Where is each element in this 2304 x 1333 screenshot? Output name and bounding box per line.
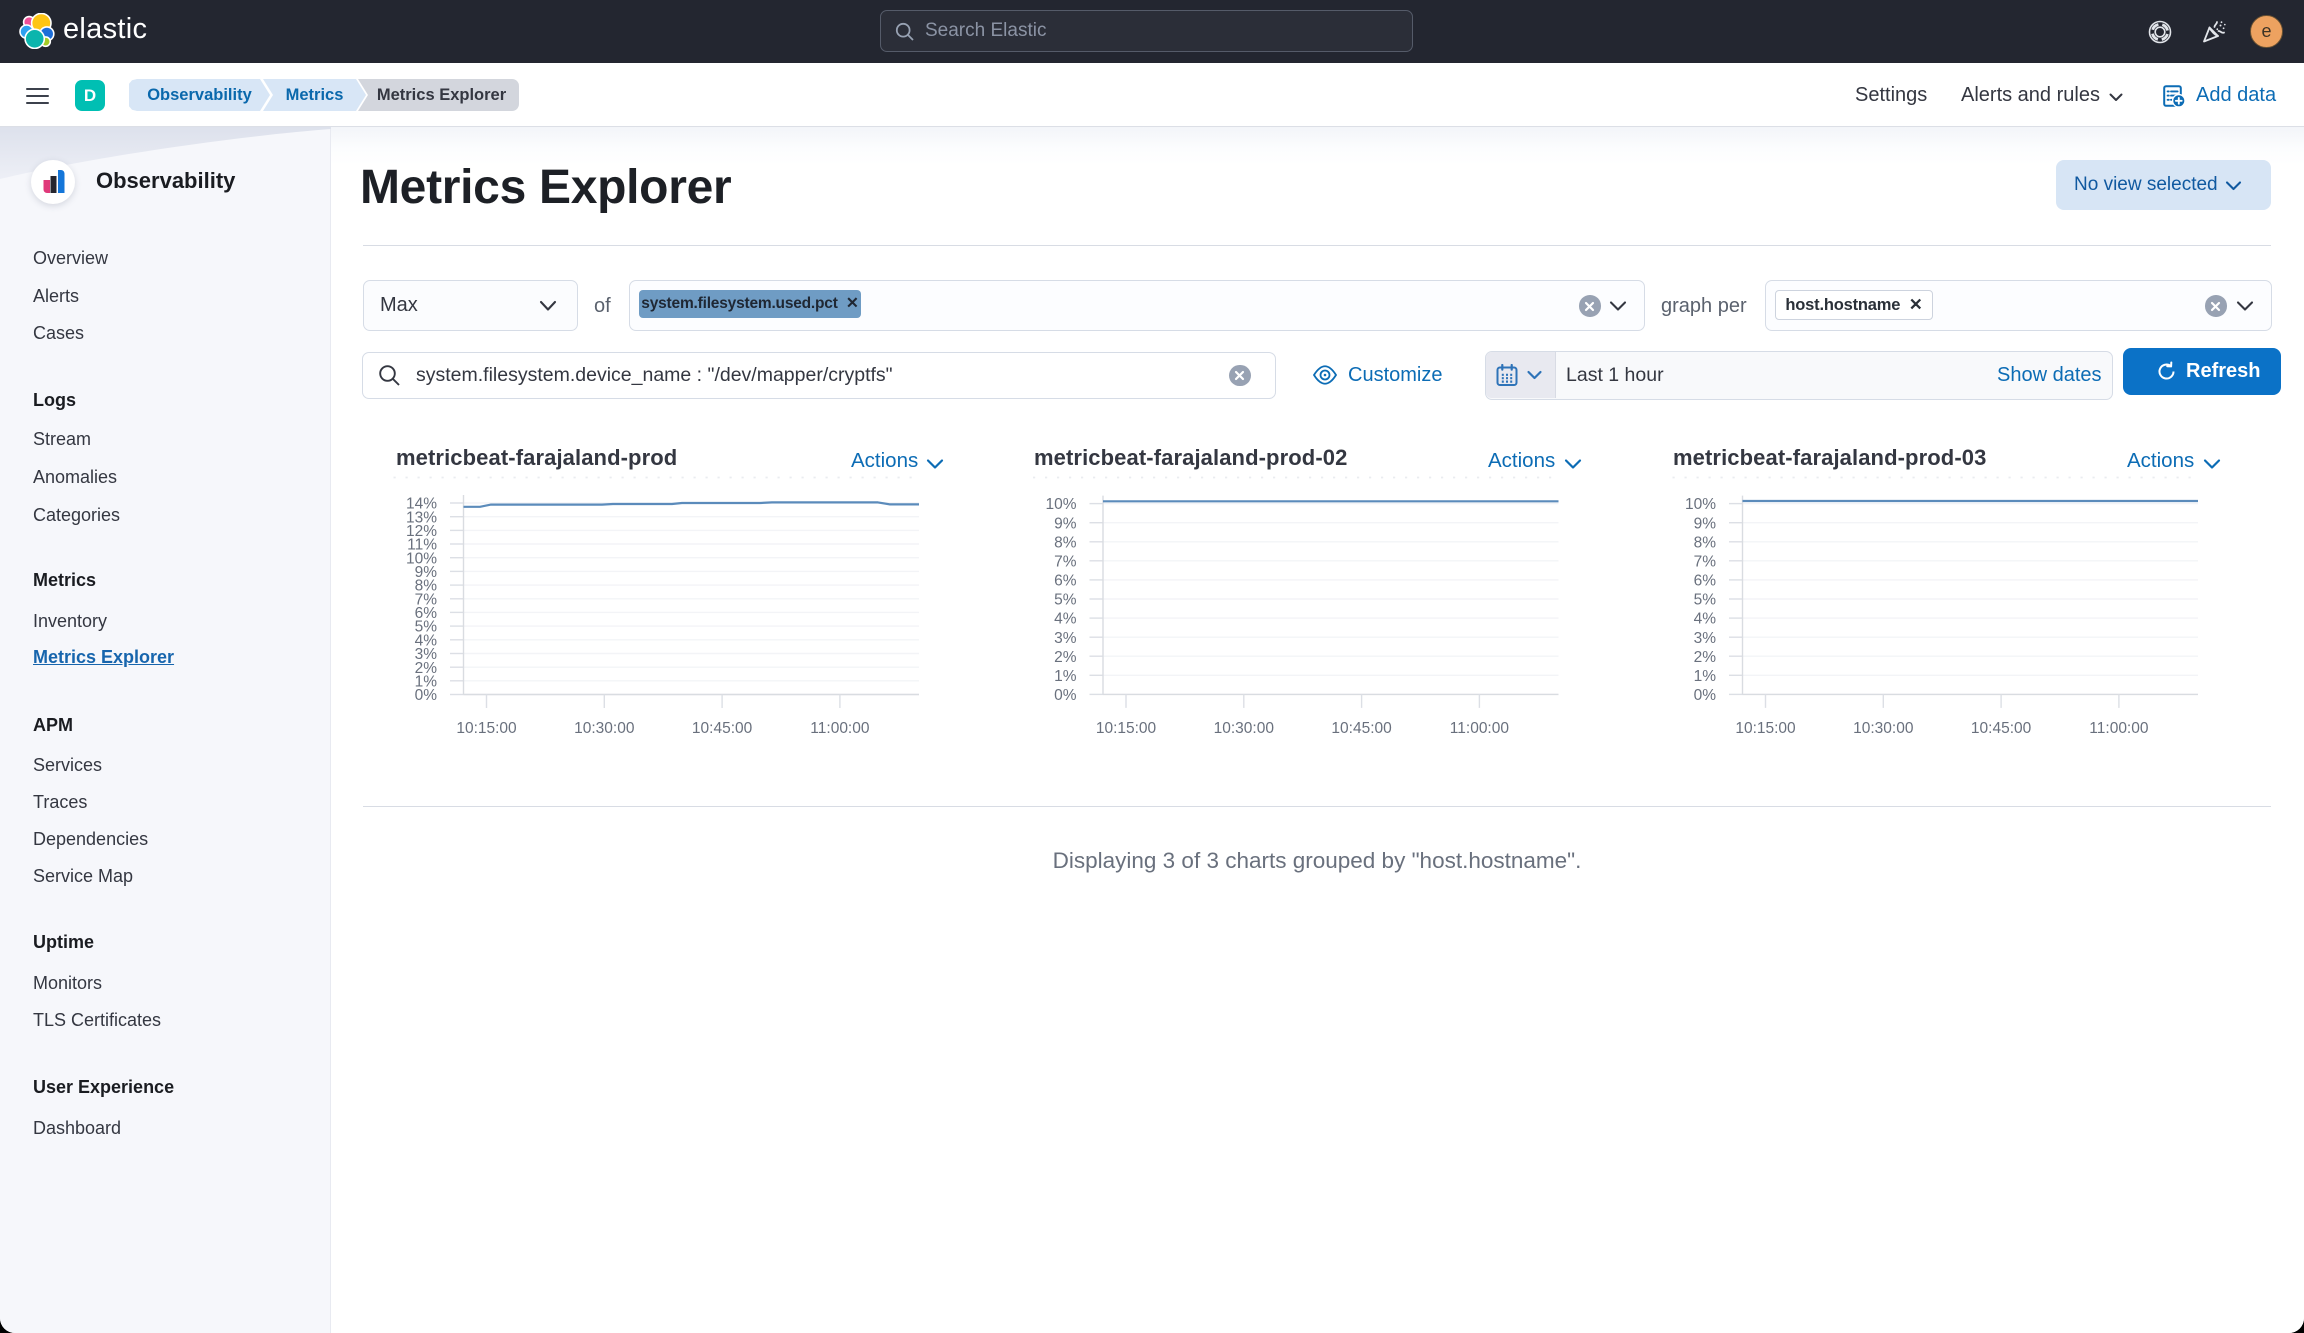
svg-text:7%: 7% <box>1054 553 1077 570</box>
svg-text:7%: 7% <box>1694 553 1717 570</box>
svg-text:4%: 4% <box>1054 611 1077 628</box>
svg-text:11:00:00: 11:00:00 <box>1450 720 1510 737</box>
svg-text:3%: 3% <box>1054 630 1077 647</box>
svg-text:2%: 2% <box>1694 649 1717 666</box>
svg-text:10%: 10% <box>1045 496 1076 513</box>
svg-text:0%: 0% <box>415 687 438 704</box>
svg-text:8%: 8% <box>1054 534 1077 551</box>
svg-text:10:45:00: 10:45:00 <box>1971 720 2032 737</box>
svg-text:10:15:00: 10:15:00 <box>1096 720 1157 737</box>
svg-text:1%: 1% <box>1694 668 1717 685</box>
svg-text:0%: 0% <box>1054 687 1077 704</box>
svg-text:9%: 9% <box>1054 515 1077 532</box>
svg-text:2%: 2% <box>1054 649 1077 666</box>
svg-text:11:00:00: 11:00:00 <box>2089 720 2149 737</box>
svg-text:8%: 8% <box>1694 534 1717 551</box>
svg-text:9%: 9% <box>1694 515 1717 532</box>
svg-text:10:45:00: 10:45:00 <box>692 720 753 737</box>
svg-text:4%: 4% <box>1694 611 1717 628</box>
svg-text:3%: 3% <box>1694 630 1717 647</box>
svg-text:10:30:00: 10:30:00 <box>1853 720 1914 737</box>
svg-text:10:45:00: 10:45:00 <box>1331 720 1392 737</box>
svg-text:6%: 6% <box>1054 573 1077 590</box>
svg-text:10:15:00: 10:15:00 <box>456 720 517 737</box>
svg-text:11:00:00: 11:00:00 <box>810 720 870 737</box>
svg-text:10:30:00: 10:30:00 <box>1214 720 1275 737</box>
svg-text:1%: 1% <box>1054 668 1077 685</box>
svg-text:5%: 5% <box>1054 592 1077 609</box>
svg-text:10%: 10% <box>1685 496 1716 513</box>
svg-text:6%: 6% <box>1694 573 1717 590</box>
svg-text:0%: 0% <box>1694 687 1717 704</box>
svg-text:5%: 5% <box>1694 592 1717 609</box>
svg-text:10:30:00: 10:30:00 <box>574 720 635 737</box>
svg-text:10:15:00: 10:15:00 <box>1735 720 1796 737</box>
